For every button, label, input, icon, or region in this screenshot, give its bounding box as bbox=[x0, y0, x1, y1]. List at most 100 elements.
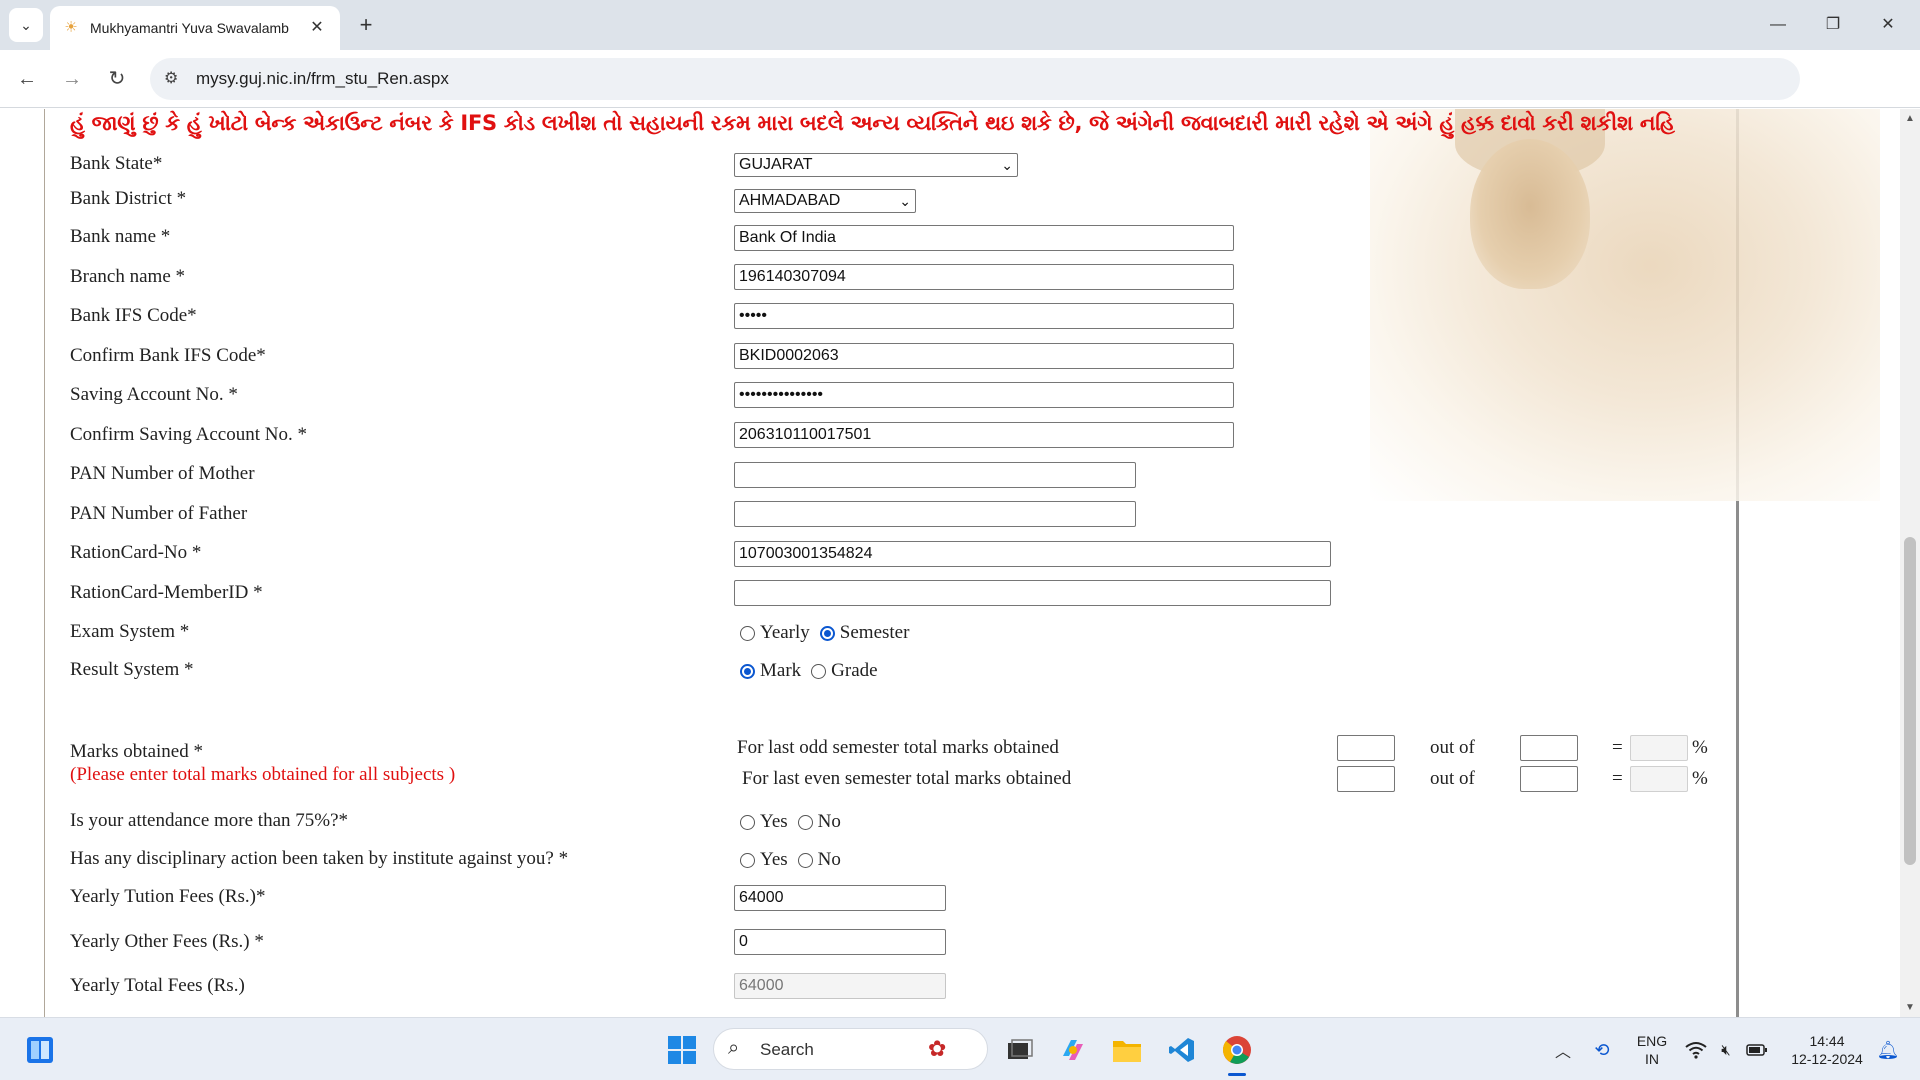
page-content: હું જાણું છું કે હું ખોટો બેન્ક એકાઉન્ટ … bbox=[0, 109, 1920, 1017]
restore-icon[interactable]: ❐ bbox=[1813, 10, 1853, 40]
show-hidden-icons-chevron-icon[interactable]: ︿ bbox=[1543, 1030, 1583, 1070]
taskbar-search[interactable]: ⌕ Search ✿ bbox=[713, 1028, 988, 1070]
ration-no-input[interactable]: 107003001354824 bbox=[734, 541, 1331, 567]
attendance-yes-radio[interactable] bbox=[740, 814, 755, 830]
disciplinary-no-radio[interactable] bbox=[797, 852, 813, 868]
forward-arrow-icon[interactable]: → bbox=[57, 64, 87, 94]
bank-name-input[interactable]: Bank Of India bbox=[734, 225, 1234, 251]
confirm-account-input[interactable]: 206310110017501 bbox=[734, 422, 1234, 448]
account-no-input[interactable]: ••••••••••••••• bbox=[734, 382, 1234, 408]
result-grade-radio[interactable] bbox=[811, 663, 827, 679]
exam-yearly-radio[interactable] bbox=[740, 625, 755, 641]
even-equals: = bbox=[1612, 768, 1623, 789]
clock-time: 14:44 bbox=[1809, 1033, 1845, 1049]
site-settings-icon[interactable]: ⚙ bbox=[164, 68, 178, 88]
notification-bell-icon[interactable]: 🔔︎ bbox=[1868, 1030, 1908, 1070]
result-system-label: Result System * bbox=[70, 659, 194, 680]
browser-tab[interactable]: ☀ Mukhyamantri Yuva Swavalamb ✕ bbox=[50, 6, 340, 50]
tab-search-chevron-icon[interactable]: ⌄ bbox=[9, 8, 43, 42]
address-bar[interactable]: ⚙ mysy.guj.nic.in/frm_stu_Ren.aspx bbox=[150, 58, 1800, 100]
minimize-icon[interactable]: — bbox=[1758, 10, 1798, 40]
confirm-account-label: Confirm Saving Account No. * bbox=[70, 424, 307, 445]
other-fees-label: Yearly Other Fees (Rs.) * bbox=[70, 931, 264, 952]
odd-out-of-label: out of bbox=[1430, 737, 1475, 758]
ration-member-input[interactable] bbox=[734, 580, 1331, 606]
windows-taskbar: ⌕ Search ✿ ︿ ⟲ ENG IN 🔇︎ 14:44 12-12-202… bbox=[0, 1017, 1920, 1080]
scroll-up-arrow-icon[interactable]: ▲ bbox=[1905, 113, 1915, 124]
even-percent-sign: % bbox=[1692, 768, 1708, 789]
widgets-icon[interactable] bbox=[20, 1030, 60, 1070]
clock-date: 12-12-2024 bbox=[1791, 1051, 1863, 1067]
exam-system-radio-group: Yearly Semester bbox=[740, 622, 919, 644]
browser-toolbar: ← → ↻ ⚙ mysy.guj.nic.in/frm_stu_Ren.aspx… bbox=[0, 50, 1920, 143]
scroll-thumb[interactable] bbox=[1904, 537, 1916, 865]
taskbar-search-placeholder: Search bbox=[760, 1040, 814, 1059]
exam-semester-radio[interactable] bbox=[819, 625, 835, 641]
ration-no-label: RationCard-No * bbox=[70, 542, 202, 563]
tuition-fees-input[interactable]: 64000 bbox=[734, 885, 946, 911]
back-arrow-icon[interactable]: ← bbox=[12, 64, 42, 94]
attendance-no-radio[interactable] bbox=[797, 814, 813, 830]
attendance-no-label: No bbox=[817, 811, 841, 832]
odd-marks-input[interactable] bbox=[1337, 735, 1395, 761]
branch-name-label: Branch name * bbox=[70, 266, 186, 287]
bank-state-select[interactable]: GUJARAT ⌄ bbox=[734, 153, 1018, 177]
pan-father-input[interactable] bbox=[734, 501, 1136, 527]
battery-icon[interactable] bbox=[1737, 1030, 1777, 1070]
chrome-icon[interactable] bbox=[1217, 1030, 1257, 1070]
exam-semester-label: Semester bbox=[839, 622, 910, 643]
even-marks-input[interactable] bbox=[1337, 766, 1395, 792]
reload-icon[interactable]: ↻ bbox=[102, 64, 132, 94]
file-explorer-icon[interactable] bbox=[1107, 1030, 1147, 1070]
odd-equals: = bbox=[1612, 737, 1623, 758]
clock[interactable]: 14:44 12-12-2024 bbox=[1782, 1032, 1872, 1068]
attendance-radio-group: Yes No bbox=[740, 811, 851, 833]
branch-name-input[interactable]: 196140307094 bbox=[734, 264, 1234, 290]
language-indicator[interactable]: ENG IN bbox=[1634, 1032, 1670, 1068]
pan-mother-input[interactable] bbox=[734, 462, 1136, 488]
even-semester-label: For last even semester total marks obtai… bbox=[742, 768, 1072, 789]
tab-title: Mukhyamantri Yuva Swavalamb bbox=[90, 20, 289, 36]
marks-label: Marks obtained * bbox=[70, 741, 203, 762]
total-fees-label: Yearly Total Fees (Rs.) bbox=[70, 975, 245, 996]
account-no-label: Saving Account No. * bbox=[70, 384, 238, 405]
pan-mother-label: PAN Number of Mother bbox=[70, 463, 255, 484]
even-percent-output bbox=[1630, 766, 1688, 792]
task-view-icon[interactable] bbox=[1000, 1030, 1040, 1070]
total-fees-input: 64000 bbox=[734, 973, 946, 999]
exam-yearly-label: Yearly bbox=[760, 622, 810, 643]
vscode-icon[interactable] bbox=[1162, 1030, 1202, 1070]
copilot-icon[interactable] bbox=[1053, 1030, 1093, 1070]
bank-state-label: Bank State* bbox=[70, 153, 163, 174]
new-tab-plus-icon[interactable]: + bbox=[352, 12, 380, 40]
disciplinary-yes-radio[interactable] bbox=[740, 852, 755, 868]
ifs-code-input[interactable]: ••••• bbox=[734, 303, 1234, 329]
browser-tabstrip: ⌄ ☀ Mukhyamantri Yuva Swavalamb ✕ + — ❐ … bbox=[0, 0, 1920, 50]
odd-semester-label: For last odd semester total marks obtain… bbox=[737, 737, 1059, 758]
favicon-icon: ☀ bbox=[64, 19, 78, 36]
bank-state-value: GUJARAT bbox=[739, 156, 813, 173]
marks-note: (Please enter total marks obtained for a… bbox=[70, 764, 456, 785]
page-scrollbar[interactable]: ▲ ▼ bbox=[1900, 109, 1920, 1017]
even-total-input[interactable] bbox=[1520, 766, 1578, 792]
bank-district-value: AHMADABAD bbox=[739, 192, 841, 209]
odd-total-input[interactable] bbox=[1520, 735, 1578, 761]
confirm-ifs-input[interactable]: BKID0002063 bbox=[734, 343, 1234, 369]
odd-percent-output bbox=[1630, 735, 1688, 761]
window-close-icon[interactable]: ✕ bbox=[1868, 10, 1908, 40]
url-text: mysy.guj.nic.in/frm_stu_Ren.aspx bbox=[196, 69, 449, 88]
tab-close-icon[interactable]: ✕ bbox=[306, 17, 328, 39]
start-windows-icon[interactable] bbox=[662, 1030, 702, 1070]
chevron-down-icon: ⌄ bbox=[899, 193, 911, 209]
other-fees-input[interactable]: 0 bbox=[734, 929, 946, 955]
bank-notice: હું જાણું છું કે હું ખોટો બેન્ક એકાઉન્ટ … bbox=[70, 111, 1675, 135]
disciplinary-radio-group: Yes No bbox=[740, 849, 851, 871]
scroll-down-arrow-icon[interactable]: ▼ bbox=[1905, 1002, 1915, 1013]
disciplinary-label: Has any disciplinary action been taken b… bbox=[70, 848, 569, 869]
bank-district-select[interactable]: AHMADABAD ⌄ bbox=[734, 189, 916, 213]
odd-percent-sign: % bbox=[1692, 737, 1708, 758]
result-mark-radio[interactable] bbox=[740, 663, 755, 679]
bank-district-label: Bank District * bbox=[70, 188, 187, 209]
disciplinary-no-label: No bbox=[817, 849, 841, 870]
sync-icon[interactable]: ⟲ bbox=[1582, 1030, 1622, 1070]
